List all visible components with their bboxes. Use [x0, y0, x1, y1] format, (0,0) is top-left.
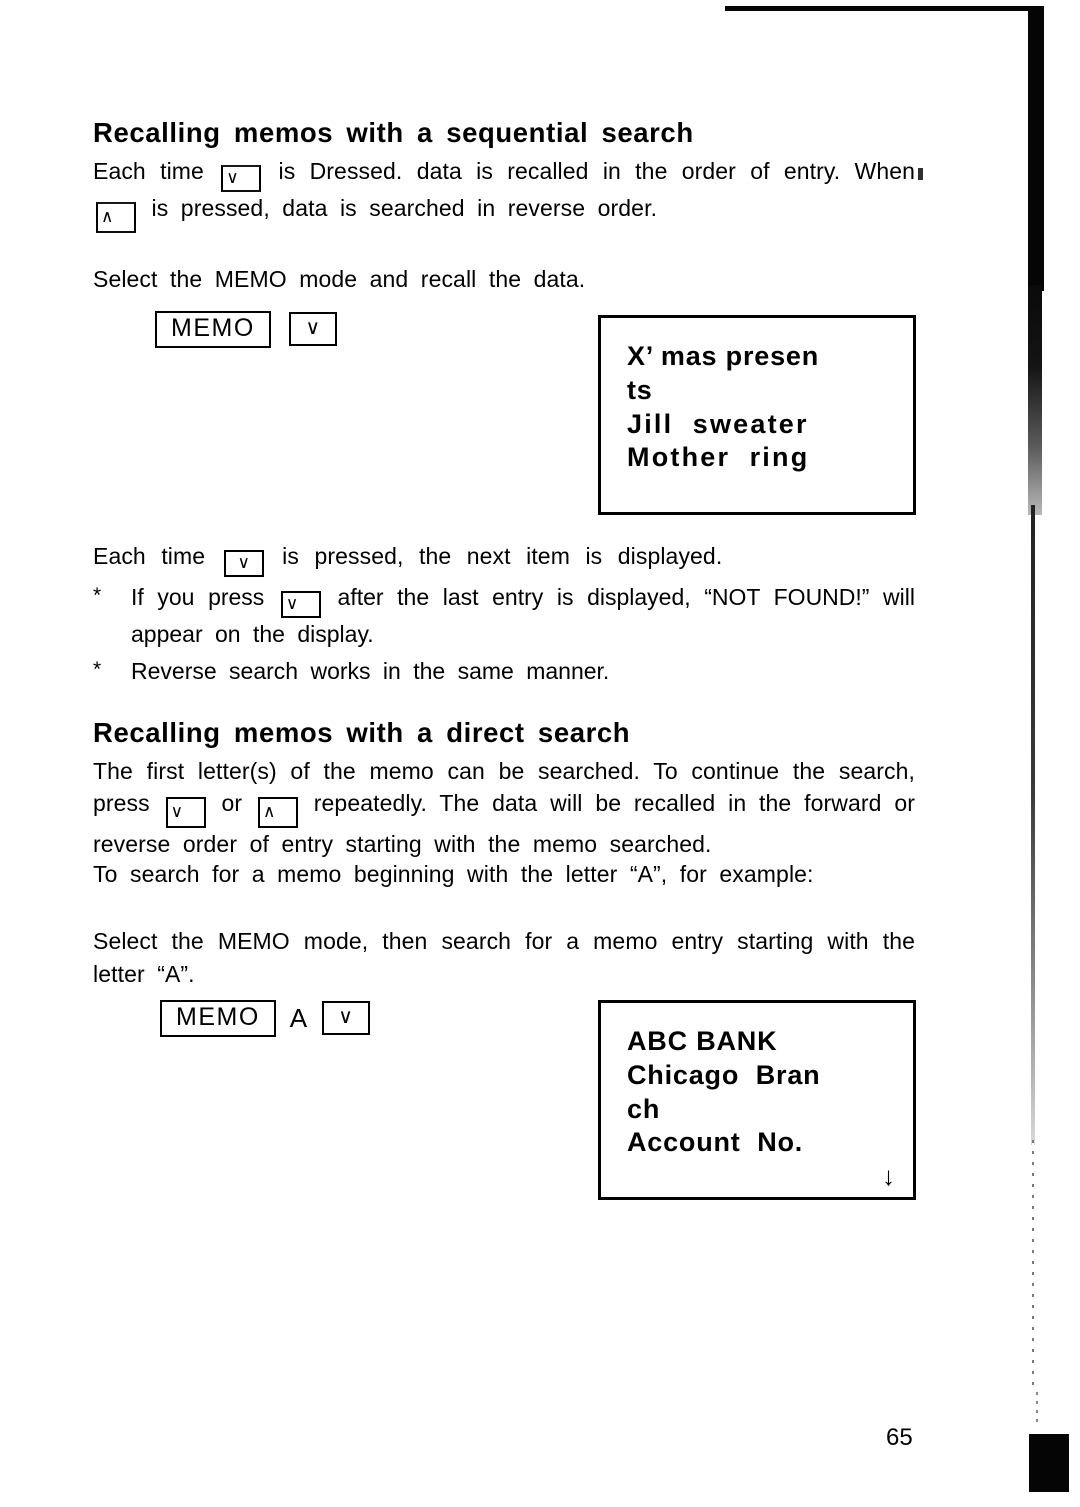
chevron-down-key-icon[interactable]: ∨: [223, 550, 264, 577]
chevron-down-key-button[interactable]: ∨: [288, 312, 337, 347]
intro-text-part3: is pressed, data is searched in reverse …: [151, 194, 658, 221]
scroll-down-arrow-icon: ↓: [882, 1161, 895, 1191]
section-sequential-search: Recalling memos with a sequential search…: [93, 117, 915, 233]
document-page: Recalling memos with a sequential search…: [0, 0, 1080, 1507]
chevron-down-key-icon[interactable]: ∨: [280, 591, 321, 618]
intro-text-part2: is Dressed. data is recalled in the orde…: [278, 157, 916, 184]
scan-edge-bottom-tick: [1036, 1392, 1038, 1426]
memo-key-button[interactable]: MEMO: [155, 311, 271, 348]
note-item: * If you press ∨ after the last entry is…: [93, 581, 915, 651]
scan-edge-right: [1028, 6, 1044, 291]
keypress-row-direct: MEMO A ∨: [160, 1000, 370, 1037]
intro-text-part1: Each time: [93, 157, 204, 184]
note-text: If you press ∨ after the last entry is d…: [131, 581, 915, 651]
note-item: * Reverse search works in the same manne…: [93, 655, 915, 688]
chevron-up-key-icon[interactable]: ∧: [257, 797, 298, 829]
memo-key-button[interactable]: MEMO: [160, 1000, 276, 1037]
scan-edge-right-taper: [1028, 285, 1042, 515]
post-display-notes-sequential: Each time ∨ is pressed, the next item is…: [93, 540, 915, 687]
example-line: To search for a memo beginning with the …: [93, 861, 814, 887]
lcd-display-memo-sequential: X’ mas presen ts Jill sweater Mother rin…: [598, 315, 916, 515]
chevron-down-key-icon[interactable]: ∨: [221, 164, 262, 192]
lcd-line-3: Jill sweater: [627, 408, 809, 439]
note-bullet-mark: *: [93, 657, 102, 681]
lcd-line-4: Account No.: [627, 1127, 804, 1158]
instruction-direct-wrap: Select the MEMO mode, then search for a …: [93, 925, 915, 990]
scan-edge-top: [725, 6, 1040, 11]
chevron-down-key-button[interactable]: ∨: [321, 1001, 370, 1036]
lcd-line-1: ABC BANK: [627, 1026, 778, 1056]
next-item-line: Each time ∨ is pressed, the next item is…: [93, 540, 915, 577]
example-line-wrap: To search for a memo beginning with the …: [93, 858, 915, 891]
instruction-sequential-wrap: Select the MEMO mode and recall the data…: [93, 263, 915, 296]
note-text: Reverse search works in the same manner.: [131, 657, 610, 684]
intro-text-part3: repeatedly. The data will be recalled in…: [93, 790, 916, 858]
note-text-part1: If you press: [131, 584, 265, 610]
lcd-line-3: ch: [627, 1093, 661, 1124]
instruction-sequential: Select the MEMO mode and recall the data…: [93, 266, 586, 292]
note-bullet-mark: *: [93, 584, 102, 607]
lcd-line-2: ts: [627, 374, 653, 405]
intro-text-part2: or: [221, 790, 243, 817]
scan-edge-bottom-block: [1029, 1434, 1069, 1492]
next-item-part1: Each time: [93, 543, 206, 569]
letter-a-key[interactable]: A: [290, 1003, 308, 1034]
chevron-down-key-icon[interactable]: ∨: [165, 797, 206, 829]
lcd-display-memo-direct: ABC BANK Chicago Bran ch Account No. ↓: [598, 1000, 916, 1200]
intro-paragraph-direct: The first letter(s) of the memo can be s…: [93, 755, 915, 861]
scan-edge-right-dots: [1032, 1140, 1034, 1390]
lcd-line-2: Chicago Bran: [627, 1059, 821, 1090]
instruction-direct: Select the MEMO mode, then search for a …: [93, 928, 915, 987]
scan-edge-right-hairline: [1031, 505, 1035, 1145]
intro-paragraph-sequential: Each time ∨ is Dressed. data is recalled…: [93, 155, 915, 233]
keypress-row-sequential: MEMO ∨: [155, 311, 337, 348]
lcd-line-4: Mother ring: [627, 442, 810, 473]
scan-speck: [918, 168, 923, 180]
heading-direct-search: Recalling memos with a direct search: [93, 717, 631, 748]
chevron-up-key-icon[interactable]: ∧: [96, 201, 136, 233]
heading-sequential-search: Recalling memos with a sequential search: [93, 117, 694, 148]
next-item-part2: is pressed, the next item is displayed.: [282, 543, 723, 569]
lcd-line-1: X’ mas presen: [627, 341, 820, 371]
section-direct-search: Recalling memos with a direct search The…: [93, 717, 915, 861]
page-number: 65: [886, 1424, 913, 1451]
